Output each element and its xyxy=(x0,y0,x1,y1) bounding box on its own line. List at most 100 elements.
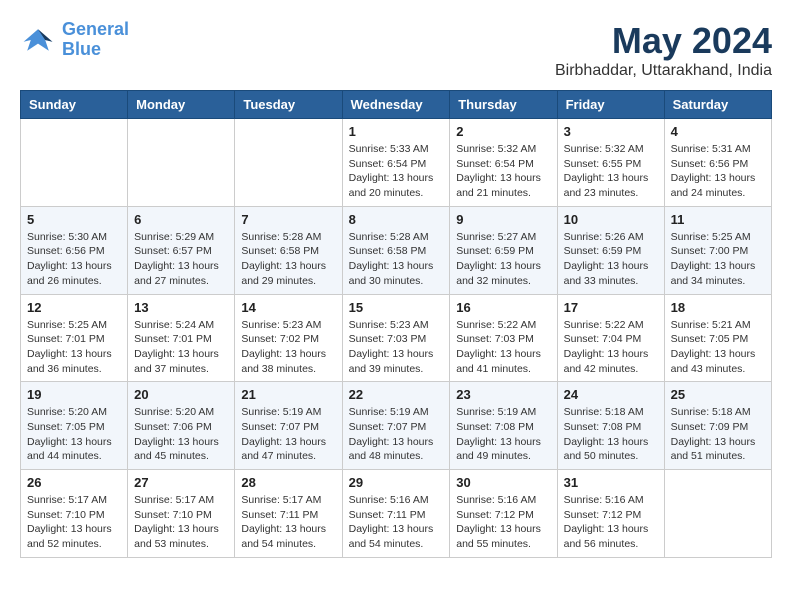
day-number: 27 xyxy=(134,475,228,490)
calendar-cell: 13 Sunrise: 5:24 AMSunset: 7:01 PMDayligh… xyxy=(128,294,235,382)
day-info: Sunrise: 5:30 AMSunset: 6:56 PMDaylight:… xyxy=(27,230,121,289)
day-info: Sunrise: 5:17 AMSunset: 7:11 PMDaylight:… xyxy=(241,493,335,552)
day-number: 16 xyxy=(456,300,550,315)
calendar-cell: 22Sunrise: 5:19 AMSunset: 7:07 PMDayligh… xyxy=(342,382,450,470)
day-number: 17 xyxy=(564,300,658,315)
calendar-cell: 5 Sunrise: 5:30 AMSunset: 6:56 PMDaylight… xyxy=(21,206,128,294)
day-info: Sunrise: 5:28 AMSunset: 6:58 PMDaylight:… xyxy=(241,230,335,289)
day-number: 11 xyxy=(671,212,765,227)
weekday-header: Wednesday xyxy=(342,91,450,119)
calendar-cell: 17 Sunrise: 5:22 AMSunset: 7:04 PMDayligh… xyxy=(557,294,664,382)
day-number: 4 xyxy=(671,124,765,139)
calendar-cell: 31Sunrise: 5:16 AMSunset: 7:12 PMDayligh… xyxy=(557,470,664,558)
day-number: 5 xyxy=(27,212,121,227)
calendar-cell: 4 Sunrise: 5:31 AMSunset: 6:56 PMDaylight… xyxy=(664,119,771,207)
day-number: 8 xyxy=(349,212,444,227)
calendar-cell xyxy=(128,119,235,207)
calendar-header-row: SundayMondayTuesdayWednesdayThursdayFrid… xyxy=(21,91,772,119)
day-info: Sunrise: 5:16 AMSunset: 7:12 PMDaylight:… xyxy=(456,493,550,552)
day-info: Sunrise: 5:24 AMSunset: 7:01 PMDaylight:… xyxy=(134,318,228,377)
day-info: Sunrise: 5:18 AMSunset: 7:09 PMDaylight:… xyxy=(671,405,765,464)
calendar-cell: 25Sunrise: 5:18 AMSunset: 7:09 PMDayligh… xyxy=(664,382,771,470)
day-info: Sunrise: 5:19 AMSunset: 7:08 PMDaylight:… xyxy=(456,405,550,464)
calendar-cell xyxy=(235,119,342,207)
day-info: Sunrise: 5:27 AMSunset: 6:59 PMDaylight:… xyxy=(456,230,550,289)
calendar-cell: 23 Sunrise: 5:19 AMSunset: 7:08 PMDayligh… xyxy=(450,382,557,470)
page-header: General Blue May 2024 Birbhaddar, Uttara… xyxy=(20,20,772,80)
day-info: Sunrise: 5:21 AMSunset: 7:05 PMDaylight:… xyxy=(671,318,765,377)
day-info: Sunrise: 5:28 AMSunset: 6:58 PMDaylight:… xyxy=(349,230,444,289)
calendar-week-row: 5 Sunrise: 5:30 AMSunset: 6:56 PMDaylight… xyxy=(21,206,772,294)
calendar-cell: 2 Sunrise: 5:32 AMSunset: 6:54 PMDaylight… xyxy=(450,119,557,207)
calendar-cell: 1 Sunrise: 5:33 AMSunset: 6:54 PMDaylight… xyxy=(342,119,450,207)
day-number: 9 xyxy=(456,212,550,227)
month-title: May 2024 xyxy=(555,20,772,62)
calendar-cell: 20Sunrise: 5:20 AMSunset: 7:06 PMDayligh… xyxy=(128,382,235,470)
day-number: 14 xyxy=(241,300,335,315)
day-number: 28 xyxy=(241,475,335,490)
calendar-cell: 18Sunrise: 5:21 AMSunset: 7:05 PMDayligh… xyxy=(664,294,771,382)
calendar-week-row: 1 Sunrise: 5:33 AMSunset: 6:54 PMDaylight… xyxy=(21,119,772,207)
day-number: 10 xyxy=(564,212,658,227)
day-number: 19 xyxy=(27,387,121,402)
day-info: Sunrise: 5:25 AMSunset: 7:01 PMDaylight:… xyxy=(27,318,121,377)
day-info: Sunrise: 5:19 AMSunset: 7:07 PMDaylight:… xyxy=(349,405,444,464)
day-info: Sunrise: 5:33 AMSunset: 6:54 PMDaylight:… xyxy=(349,142,444,201)
day-number: 29 xyxy=(349,475,444,490)
day-number: 12 xyxy=(27,300,121,315)
calendar-cell: 29Sunrise: 5:16 AMSunset: 7:11 PMDayligh… xyxy=(342,470,450,558)
calendar-week-row: 12 Sunrise: 5:25 AMSunset: 7:01 PMDayligh… xyxy=(21,294,772,382)
calendar-cell: 10 Sunrise: 5:26 AMSunset: 6:59 PMDayligh… xyxy=(557,206,664,294)
calendar-cell: 3Sunrise: 5:32 AMSunset: 6:55 PMDaylight… xyxy=(557,119,664,207)
calendar-cell: 16 Sunrise: 5:22 AMSunset: 7:03 PMDayligh… xyxy=(450,294,557,382)
calendar-cell: 27 Sunrise: 5:17 AMSunset: 7:10 PMDayligh… xyxy=(128,470,235,558)
day-info: Sunrise: 5:20 AMSunset: 7:05 PMDaylight:… xyxy=(27,405,121,464)
calendar-cell: 9 Sunrise: 5:27 AMSunset: 6:59 PMDaylight… xyxy=(450,206,557,294)
day-info: Sunrise: 5:22 AMSunset: 7:03 PMDaylight:… xyxy=(456,318,550,377)
day-number: 6 xyxy=(134,212,228,227)
weekday-header: Sunday xyxy=(21,91,128,119)
calendar-cell: 14 Sunrise: 5:23 AMSunset: 7:02 PMDayligh… xyxy=(235,294,342,382)
day-info: Sunrise: 5:26 AMSunset: 6:59 PMDaylight:… xyxy=(564,230,658,289)
calendar-cell: 24 Sunrise: 5:18 AMSunset: 7:08 PMDayligh… xyxy=(557,382,664,470)
day-info: Sunrise: 5:23 AMSunset: 7:03 PMDaylight:… xyxy=(349,318,444,377)
day-info: Sunrise: 5:19 AMSunset: 7:07 PMDaylight:… xyxy=(241,405,335,464)
day-number: 30 xyxy=(456,475,550,490)
logo: General Blue xyxy=(20,20,129,60)
weekday-header: Tuesday xyxy=(235,91,342,119)
calendar-cell: 26Sunrise: 5:17 AMSunset: 7:10 PMDayligh… xyxy=(21,470,128,558)
logo-icon xyxy=(20,22,56,58)
day-number: 31 xyxy=(564,475,658,490)
calendar-table: SundayMondayTuesdayWednesdayThursdayFrid… xyxy=(20,90,772,558)
calendar-cell xyxy=(21,119,128,207)
weekday-header: Friday xyxy=(557,91,664,119)
day-info: Sunrise: 5:32 AMSunset: 6:54 PMDaylight:… xyxy=(456,142,550,201)
logo-text: General Blue xyxy=(62,20,129,60)
weekday-header: Thursday xyxy=(450,91,557,119)
day-number: 15 xyxy=(349,300,444,315)
day-number: 2 xyxy=(456,124,550,139)
calendar-cell: 11Sunrise: 5:25 AMSunset: 7:00 PMDayligh… xyxy=(664,206,771,294)
location-title: Birbhaddar, Uttarakhand, India xyxy=(555,62,772,80)
calendar-cell: 28 Sunrise: 5:17 AMSunset: 7:11 PMDayligh… xyxy=(235,470,342,558)
day-info: Sunrise: 5:22 AMSunset: 7:04 PMDaylight:… xyxy=(564,318,658,377)
calendar-cell: 21Sunrise: 5:19 AMSunset: 7:07 PMDayligh… xyxy=(235,382,342,470)
day-number: 3 xyxy=(564,124,658,139)
calendar-week-row: 19 Sunrise: 5:20 AMSunset: 7:05 PMDayligh… xyxy=(21,382,772,470)
day-number: 1 xyxy=(349,124,444,139)
day-number: 24 xyxy=(564,387,658,402)
day-info: Sunrise: 5:18 AMSunset: 7:08 PMDaylight:… xyxy=(564,405,658,464)
calendar-cell: 12 Sunrise: 5:25 AMSunset: 7:01 PMDayligh… xyxy=(21,294,128,382)
day-info: Sunrise: 5:17 AMSunset: 7:10 PMDaylight:… xyxy=(134,493,228,552)
day-info: Sunrise: 5:31 AMSunset: 6:56 PMDaylight:… xyxy=(671,142,765,201)
day-number: 23 xyxy=(456,387,550,402)
day-info: Sunrise: 5:29 AMSunset: 6:57 PMDaylight:… xyxy=(134,230,228,289)
day-number: 20 xyxy=(134,387,228,402)
calendar-cell: 30 Sunrise: 5:16 AMSunset: 7:12 PMDayligh… xyxy=(450,470,557,558)
day-info: Sunrise: 5:23 AMSunset: 7:02 PMDaylight:… xyxy=(241,318,335,377)
calendar-cell: 7Sunrise: 5:28 AMSunset: 6:58 PMDaylight… xyxy=(235,206,342,294)
calendar-cell: 6 Sunrise: 5:29 AMSunset: 6:57 PMDaylight… xyxy=(128,206,235,294)
calendar-cell: 8 Sunrise: 5:28 AMSunset: 6:58 PMDaylight… xyxy=(342,206,450,294)
calendar-cell xyxy=(664,470,771,558)
day-number: 13 xyxy=(134,300,228,315)
